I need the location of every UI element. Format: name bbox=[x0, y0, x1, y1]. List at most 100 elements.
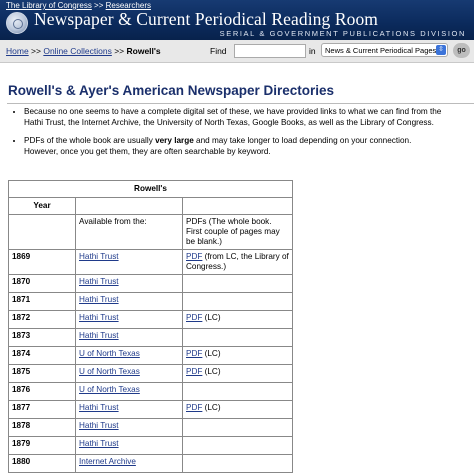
year-cell: 1869 bbox=[8, 249, 76, 275]
pdf-link[interactable]: PDF bbox=[186, 349, 202, 358]
table-row: 1879 Hathi Trust bbox=[8, 436, 293, 455]
pdf-note: (LC) bbox=[202, 313, 221, 322]
pdf-link[interactable]: PDF bbox=[186, 367, 202, 376]
year-cell: 1878 bbox=[8, 418, 76, 437]
source-link[interactable]: Hathi Trust bbox=[79, 439, 119, 448]
pdf-note: (LC) bbox=[202, 403, 221, 412]
site-subtitle: SERIAL & GOVERNMENT PUBLICATIONS DIVISIO… bbox=[219, 29, 466, 38]
source-cell: Hathi Trust bbox=[75, 310, 183, 329]
pdf-header: PDFs (The whole book. First couple of pa… bbox=[182, 214, 293, 250]
note-text: Because no one seems to have a complete … bbox=[24, 107, 442, 127]
year-cell: 1879 bbox=[8, 436, 76, 455]
pdf-cell bbox=[182, 382, 293, 401]
source-link[interactable]: Hathi Trust bbox=[79, 295, 119, 304]
breadcrumb-home-link[interactable]: Home bbox=[6, 46, 29, 56]
source-link[interactable]: Hathi Trust bbox=[79, 252, 119, 261]
year-cell: 1870 bbox=[8, 274, 76, 293]
table-row: 1875 U of North Texas PDF (LC) bbox=[8, 364, 293, 383]
year-cell: 1871 bbox=[8, 292, 76, 311]
source-link[interactable]: Hathi Trust bbox=[79, 313, 119, 322]
breadcrumb-separator: >> bbox=[111, 46, 127, 56]
source-cell: Hathi Trust bbox=[75, 328, 183, 347]
pdf-cell: PDF (LC) bbox=[182, 400, 293, 419]
pdf-cell: PDF (LC) bbox=[182, 364, 293, 383]
table-caption-row: Rowell's bbox=[8, 180, 293, 198]
note-text: PDFs of the whole book are usually bbox=[24, 136, 156, 145]
table-header-row: Year bbox=[8, 197, 293, 215]
search-bar: Home >> Online Collections >> Rowell's F… bbox=[0, 40, 474, 63]
breadcrumb: Home >> Online Collections >> Rowell's bbox=[6, 46, 161, 56]
pdf-link[interactable]: PDF bbox=[186, 313, 202, 322]
table-row: 1878 Hathi Trust bbox=[8, 418, 293, 437]
notes-list: Because no one seems to have a complete … bbox=[0, 106, 450, 164]
source-link[interactable]: Hathi Trust bbox=[79, 421, 119, 430]
pdf-cell: PDF (LC) bbox=[182, 310, 293, 329]
table-row: 1877 Hathi Trust PDF (LC) bbox=[8, 400, 293, 419]
source-link[interactable]: U of North Texas bbox=[79, 349, 140, 358]
source-cell: U of North Texas bbox=[75, 382, 183, 401]
source-cell: Hathi Trust bbox=[75, 418, 183, 437]
main-content: Rowell's & Ayer's American Newspaper Dir… bbox=[0, 63, 474, 473]
pdf-cell bbox=[182, 436, 293, 455]
go-button[interactable]: go bbox=[453, 43, 470, 58]
empty-header-cell bbox=[182, 197, 293, 215]
pdf-cell bbox=[182, 274, 293, 293]
site-title[interactable]: Newspaper & Current Periodical Reading R… bbox=[34, 9, 378, 30]
search-scope-select[interactable]: News & Current Periodical Pages ⇳ bbox=[321, 43, 448, 57]
pdf-link[interactable]: PDF bbox=[186, 403, 202, 412]
empty-header-cell bbox=[75, 197, 183, 215]
source-cell: Hathi Trust bbox=[75, 274, 183, 293]
year-cell: 1873 bbox=[8, 328, 76, 347]
in-label: in bbox=[309, 46, 316, 56]
source-link[interactable]: Hathi Trust bbox=[79, 403, 119, 412]
year-cell: 1876 bbox=[8, 382, 76, 401]
rowells-table: Rowell's Year Available from the: PDFs (… bbox=[8, 180, 293, 473]
table-caption: Rowell's bbox=[8, 180, 293, 198]
table-row: 1871 Hathi Trust bbox=[8, 292, 293, 311]
year-cell: 1875 bbox=[8, 364, 76, 383]
pdf-cell bbox=[182, 418, 293, 437]
chevron-updown-icon: ⇳ bbox=[436, 45, 446, 55]
note-item: Because no one seems to have a complete … bbox=[24, 106, 442, 128]
title-divider bbox=[7, 103, 474, 104]
year-header: Year bbox=[8, 197, 76, 215]
table-row: 1874 U of North Texas PDF (LC) bbox=[8, 346, 293, 365]
table-subheader-row: Available from the: PDFs (The whole book… bbox=[8, 214, 293, 250]
year-cell: 1874 bbox=[8, 346, 76, 365]
source-cell: Hathi Trust bbox=[75, 400, 183, 419]
table-row: 1873 Hathi Trust bbox=[8, 328, 293, 347]
table-row: 1876 U of North Texas bbox=[8, 382, 293, 401]
empty-year-cell bbox=[8, 214, 76, 250]
pdf-note: (LC) bbox=[202, 367, 221, 376]
pdf-link[interactable]: PDF bbox=[186, 252, 202, 261]
pdf-note: (LC) bbox=[202, 349, 221, 358]
pdf-cell: PDF (from LC, the Library of Congress.) bbox=[182, 249, 293, 275]
table-row: 1870 Hathi Trust bbox=[8, 274, 293, 293]
note-item: PDFs of the whole book are usually very … bbox=[24, 135, 442, 157]
site-banner: The Library of Congress >> Researchers N… bbox=[0, 0, 474, 40]
breadcrumb-separator: >> bbox=[28, 46, 44, 56]
search-input[interactable] bbox=[234, 44, 306, 58]
source-link[interactable]: U of North Texas bbox=[79, 385, 140, 394]
pdf-cell bbox=[182, 328, 293, 347]
loc-seal-icon[interactable] bbox=[6, 12, 28, 34]
note-emphasis: very large bbox=[155, 136, 194, 145]
source-link[interactable]: Internet Archive bbox=[79, 457, 136, 466]
source-cell: Hathi Trust bbox=[75, 249, 183, 275]
source-link[interactable]: Hathi Trust bbox=[79, 331, 119, 340]
source-link[interactable]: Hathi Trust bbox=[79, 277, 119, 286]
pdf-cell bbox=[182, 292, 293, 311]
source-cell: U of North Texas bbox=[75, 364, 183, 383]
table-row: 1869 Hathi Trust PDF (from LC, the Library… bbox=[8, 249, 293, 275]
find-label: Find bbox=[210, 46, 227, 56]
available-header: Available from the: bbox=[75, 214, 183, 250]
year-cell: 1872 bbox=[8, 310, 76, 329]
year-cell: 1877 bbox=[8, 400, 76, 419]
source-link[interactable]: U of North Texas bbox=[79, 367, 140, 376]
pdf-note: (from LC, the Library of Congress.) bbox=[186, 252, 289, 271]
breadcrumb-online-collections-link[interactable]: Online Collections bbox=[43, 46, 112, 56]
table-row: 1872 Hathi Trust PDF (LC) bbox=[8, 310, 293, 329]
source-cell: U of North Texas bbox=[75, 346, 183, 365]
source-cell: Hathi Trust bbox=[75, 292, 183, 311]
source-cell: Hathi Trust bbox=[75, 436, 183, 455]
